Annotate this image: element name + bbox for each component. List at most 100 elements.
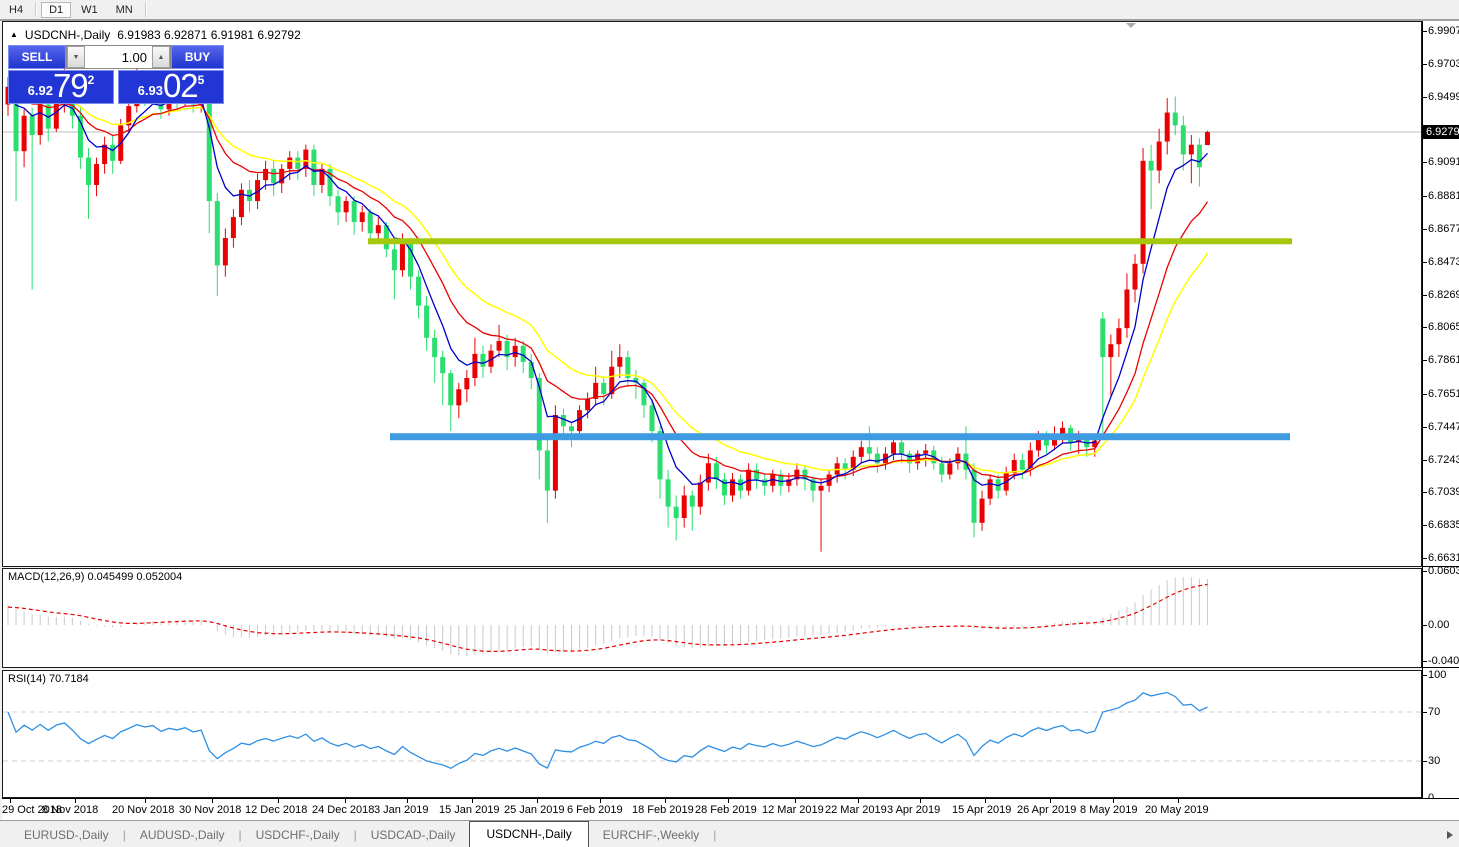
one-click-trading-panel: SELL ▼ 1.00 ▲ BUY 6.92 79 2 6.93 02 5 <box>8 45 224 104</box>
candle-body <box>713 463 719 480</box>
candle-body <box>560 415 566 427</box>
candle-body <box>1164 112 1170 142</box>
candle-body <box>544 450 550 491</box>
axis-tick <box>1423 162 1427 164</box>
date-axis-label: 18 Feb 2019 <box>632 804 694 816</box>
timeframe-mn-button[interactable]: MN <box>108 2 141 18</box>
candle-body <box>375 225 381 234</box>
rsi-chart[interactable] <box>3 671 1421 797</box>
candle-body <box>552 415 558 491</box>
support-line[interactable] <box>390 433 1290 441</box>
candle-body <box>440 357 446 374</box>
candle-body <box>617 357 623 367</box>
chart-shift-marker-icon[interactable] <box>1126 23 1136 28</box>
axis-tick <box>1423 761 1427 763</box>
date-tick <box>212 799 213 803</box>
candle-body <box>1188 144 1194 155</box>
candle-body <box>818 485 824 491</box>
toolbar-separator <box>144 2 147 17</box>
axis-tick <box>1423 492 1427 494</box>
candle-body <box>649 405 655 432</box>
mt4-terminal: { "toolbar":{"buttons":[{"label":"H4","a… <box>0 0 1459 847</box>
macd-signal-line <box>7 583 1208 653</box>
candle-body <box>979 498 985 523</box>
buy-price-box[interactable]: 6.93 02 5 <box>118 69 224 104</box>
tab-eurchf-weekly[interactable]: EURCHF-,Weekly <box>589 824 713 847</box>
tab-audusd-daily[interactable]: AUDUSD-,Daily <box>126 824 239 847</box>
macd-axis-label: 0.00 <box>1428 619 1450 631</box>
date-tick <box>985 799 986 803</box>
axis-tick <box>1423 571 1427 572</box>
volume-input[interactable]: 1.00 <box>85 46 152 68</box>
volume-stepper[interactable]: ▼ 1.00 ▲ <box>66 45 171 69</box>
buy-price-sup: 5 <box>197 73 205 87</box>
candle-body <box>923 450 929 454</box>
tab-eurusd-daily[interactable]: EURUSD-,Daily <box>10 824 123 847</box>
rsi-panel[interactable] <box>2 670 1422 798</box>
price-axis-label: 6.78610 <box>1428 354 1459 367</box>
candle-body <box>230 217 236 239</box>
sell-price-base: 6.92 <box>27 83 53 98</box>
candle-body <box>762 479 768 486</box>
candle-body <box>94 164 100 185</box>
tab-usdcad-daily[interactable]: USDCAD-,Daily <box>357 824 470 847</box>
price-axis-label: 6.86770 <box>1428 222 1459 235</box>
volume-decrease-button[interactable]: ▼ <box>67 46 85 68</box>
current-price-tag: 6.92792 <box>1423 124 1459 139</box>
candle-body <box>295 157 301 169</box>
candle-body <box>37 104 43 136</box>
date-axis[interactable]: 29 Oct 2018 8 Nov 2018 20 Nov 2018 30 Nov 2… <box>2 798 1459 820</box>
collapse-arrow-icon[interactable]: ▲ <box>10 31 18 39</box>
chart-tab-bar: EURUSD-,Daily | AUDUSD-,Daily | USDCHF-,Dail… <box>0 820 1459 847</box>
axis-tick <box>1423 327 1427 329</box>
axis-tick <box>1423 525 1427 527</box>
volume-increase-button[interactable]: ▲ <box>152 46 170 68</box>
date-axis-label: 15 Jan 2019 <box>439 804 500 816</box>
candle-body <box>351 201 357 222</box>
candle-body <box>1148 160 1154 171</box>
candle-body <box>866 447 872 454</box>
date-tick <box>728 799 729 803</box>
axis-tick <box>1423 261 1427 263</box>
macd-axis-label: 0.060342 <box>1428 565 1459 577</box>
candle-body <box>86 157 91 185</box>
price-axis[interactable]: 6.99070 6.97030 6.94990 6.90910 6.88810 6.867… <box>1422 21 1459 798</box>
sell-price-box[interactable]: 6.92 79 2 <box>8 69 114 104</box>
timeframe-w1-button[interactable]: W1 <box>73 2 106 18</box>
resistance-line[interactable] <box>368 238 1292 245</box>
candle-body <box>271 168 277 184</box>
date-axis-label: 20 May 2019 <box>1145 804 1209 816</box>
rsi-axis-label: 70 <box>1428 705 1441 718</box>
date-tick <box>345 799 346 803</box>
axis-tick <box>1423 360 1427 362</box>
candle-body <box>424 305 430 338</box>
date-tick <box>1113 799 1114 803</box>
price-axis-label: 6.72430 <box>1428 453 1459 466</box>
axis-tick <box>1423 426 1427 428</box>
buy-button[interactable]: BUY <box>171 45 224 69</box>
price-axis-label: 6.88810 <box>1428 190 1459 203</box>
candle-body <box>367 212 373 234</box>
tab-scroll-icon[interactable] <box>1447 831 1453 839</box>
period-toolbar: H4 D1 W1 MN <box>0 0 1459 19</box>
price-axis-label: 6.97030 <box>1428 57 1459 70</box>
price-axis-label: 6.80650 <box>1428 321 1459 334</box>
candle-body <box>689 495 695 507</box>
candle-body <box>987 479 993 499</box>
axis-tick <box>1423 711 1427 713</box>
timeframe-d1-button[interactable]: D1 <box>41 1 72 18</box>
candle-body <box>343 201 349 213</box>
date-tick <box>1178 799 1179 803</box>
date-axis-label: 20 Nov 2018 <box>112 804 175 816</box>
candle-body <box>1180 125 1186 155</box>
candle-body <box>416 276 422 306</box>
axis-tick <box>1423 661 1427 663</box>
timeframe-h4-button[interactable]: H4 <box>1 2 31 18</box>
tab-usdcnh-daily[interactable]: USDCNH-,Daily <box>469 821 589 847</box>
macd-chart[interactable] <box>3 569 1421 667</box>
macd-panel[interactable] <box>2 568 1422 668</box>
candle-body <box>858 447 864 457</box>
tab-usdchf-daily[interactable]: USDCHF-,Daily <box>242 824 354 847</box>
sell-button[interactable]: SELL <box>8 45 66 69</box>
candle-body <box>1116 328 1122 345</box>
